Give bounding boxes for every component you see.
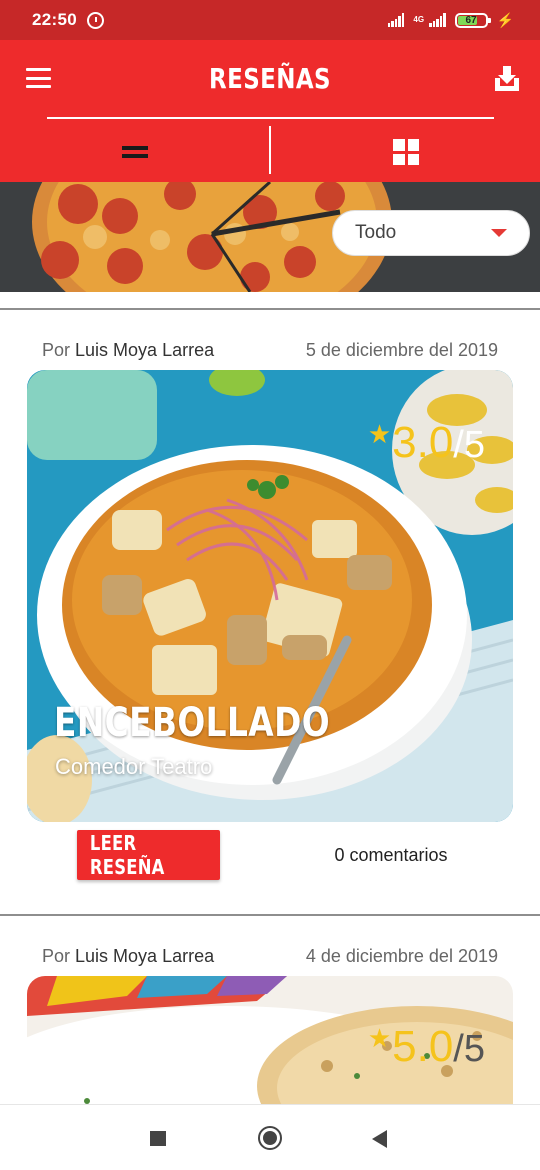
- review-card[interactable]: ★ 3.0 /5 ENCEBOLLADO Comedor Teatro: [27, 370, 513, 822]
- star-icon: ★: [367, 419, 392, 449]
- star-icon-2: ★: [367, 1023, 392, 1053]
- review-author-line-2: Por Luis Moya Larrea: [42, 946, 214, 967]
- battery-level: 67: [465, 14, 477, 26]
- signal-icon-2: [429, 13, 446, 27]
- view-divider: [269, 126, 271, 174]
- view-toggle-bar: [0, 120, 540, 182]
- restaurant-name: Comedor Teatro: [55, 754, 213, 779]
- battery-icon: 67: [454, 12, 491, 28]
- review-date-2: 4 de diciembre del 2019: [305, 946, 498, 966]
- category-filter-select[interactable]: Todo: [332, 210, 530, 256]
- chevron-down-icon: [491, 229, 507, 237]
- review-rating-2: ★ 5.0 /5: [368, 1022, 485, 1072]
- dish-name: ENCEBOLLADO: [54, 700, 331, 746]
- filter-selected-value: Todo: [355, 222, 397, 243]
- read-review-label: LEER RESEÑA: [89, 831, 165, 879]
- author-prefix: Por: [42, 340, 71, 360]
- status-time: 22:50: [32, 10, 77, 29]
- reviews-screen: 22:50 4G 67 ⚡ RESEÑAS Todo Por Luis Moya…: [0, 0, 540, 1170]
- page-title: RESEÑAS: [209, 62, 331, 95]
- app-bar: RESEÑAS: [0, 40, 540, 120]
- status-icons: 4G 67 ⚡: [387, 11, 514, 29]
- recent-apps-icon[interactable]: [150, 1131, 166, 1146]
- review-meta-2: Por Luis Moya Larrea 4 de diciembre del …: [42, 946, 498, 967]
- back-icon[interactable]: [372, 1130, 387, 1148]
- review-date: 5 de diciembre del 2019: [305, 340, 498, 360]
- signal-icon: [387, 13, 405, 27]
- review-rating: ★ 3.0 /5: [368, 418, 485, 468]
- review-meta: Por Luis Moya Larrea 5 de diciembre del …: [42, 340, 498, 361]
- alarm-icon: [86, 11, 104, 29]
- banner-image: Todo: [0, 182, 540, 292]
- review-card-2[interactable]: ★ 5.0 /5: [27, 976, 513, 1104]
- list-view-icon[interactable]: [122, 146, 148, 158]
- system-nav-bar: [0, 1104, 540, 1170]
- section-divider-2: [0, 914, 540, 916]
- home-icon[interactable]: [258, 1126, 282, 1150]
- review-author[interactable]: Luis Moya Larrea: [75, 340, 214, 360]
- rating-score-2: 5.0: [392, 1022, 454, 1071]
- review-author-2[interactable]: Luis Moya Larrea: [75, 946, 214, 966]
- author-prefix-2: Por: [42, 946, 71, 966]
- section-divider: [0, 308, 540, 310]
- header-underline: [47, 117, 494, 119]
- grid-view-icon[interactable]: [393, 139, 419, 165]
- download-icon[interactable]: [492, 64, 522, 94]
- rating-out-of-2: /5: [453, 1028, 485, 1070]
- status-bar: 22:50 4G 67 ⚡: [0, 0, 540, 40]
- rating-out-of: /5: [453, 424, 485, 466]
- charging-icon: ⚡: [496, 11, 514, 28]
- menu-icon[interactable]: [26, 68, 51, 88]
- comments-count[interactable]: 0 comentarios: [280, 845, 502, 866]
- review-author-line: Por Luis Moya Larrea: [42, 340, 214, 361]
- network-type: 4G: [413, 15, 425, 24]
- read-review-button[interactable]: LEER RESEÑA: [77, 830, 220, 880]
- rating-score: 3.0: [392, 418, 454, 467]
